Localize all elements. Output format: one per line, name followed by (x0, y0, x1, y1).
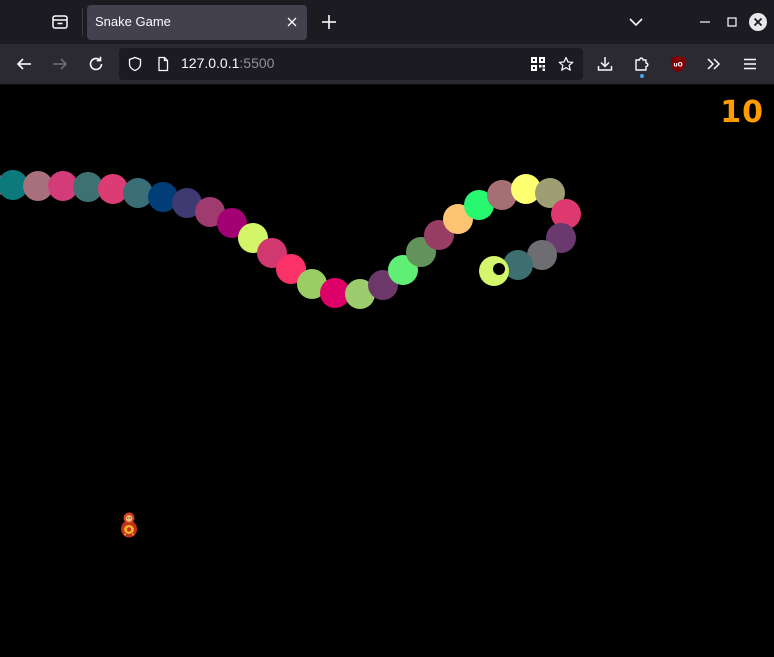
score-display: 10 (720, 95, 764, 130)
matryoshka-doll-icon (121, 512, 137, 538)
close-window-icon (753, 17, 763, 27)
snake-eye (493, 263, 505, 275)
extensions-button[interactable] (632, 54, 652, 74)
close-window-button[interactable] (749, 13, 767, 31)
tab-snake-game[interactable]: Snake Game (87, 5, 307, 40)
tab-overview-icon[interactable] (48, 10, 72, 34)
snake-segment (98, 174, 128, 204)
tab-separator (82, 8, 83, 36)
close-tab-icon[interactable] (285, 15, 299, 29)
new-tab-icon[interactable] (320, 13, 338, 31)
tab-bar: Snake Game (0, 0, 774, 44)
back-arrow-icon (16, 58, 31, 70)
back-button[interactable] (14, 54, 34, 74)
reload-icon (89, 56, 103, 71)
page-info-icon[interactable] (155, 56, 171, 72)
navigation-toolbar: 127.0.0.1:5500 uO (0, 44, 774, 85)
app-menu-button[interactable] (740, 54, 760, 74)
svg-text:uO: uO (673, 62, 682, 69)
download-icon (597, 57, 613, 71)
extension-badge-dot (640, 74, 644, 78)
maximize-window-icon[interactable] (726, 16, 738, 28)
tab-title: Snake Game (95, 14, 171, 29)
more-tools-button[interactable] (704, 54, 724, 74)
hamburger-menu-icon (744, 58, 756, 70)
double-chevron-right-icon (707, 58, 721, 70)
downloads-button[interactable] (595, 54, 615, 74)
forward-arrow-icon (53, 58, 68, 70)
ublock-shield-icon: uO (671, 56, 685, 72)
ublock-origin-button[interactable]: uO (668, 54, 688, 74)
snake-segment (123, 178, 153, 208)
list-all-tabs-icon[interactable] (628, 14, 644, 30)
url-port: :5500 (239, 55, 275, 71)
game-viewport[interactable]: 10 (0, 85, 774, 657)
shield-icon[interactable] (127, 56, 143, 72)
qr-code-icon[interactable] (530, 56, 546, 72)
puzzle-piece-icon (635, 57, 649, 71)
snake-canvas[interactable] (0, 85, 774, 657)
forward-button[interactable] (50, 54, 70, 74)
address-bar[interactable]: 127.0.0.1:5500 (119, 48, 583, 80)
url-host: 127.0.0.1 (181, 55, 240, 71)
url-text[interactable]: 127.0.0.1:5500 (181, 55, 274, 71)
minimize-window-icon[interactable] (699, 16, 711, 28)
reload-button[interactable] (86, 54, 106, 74)
bookmark-star-icon[interactable] (558, 56, 574, 72)
